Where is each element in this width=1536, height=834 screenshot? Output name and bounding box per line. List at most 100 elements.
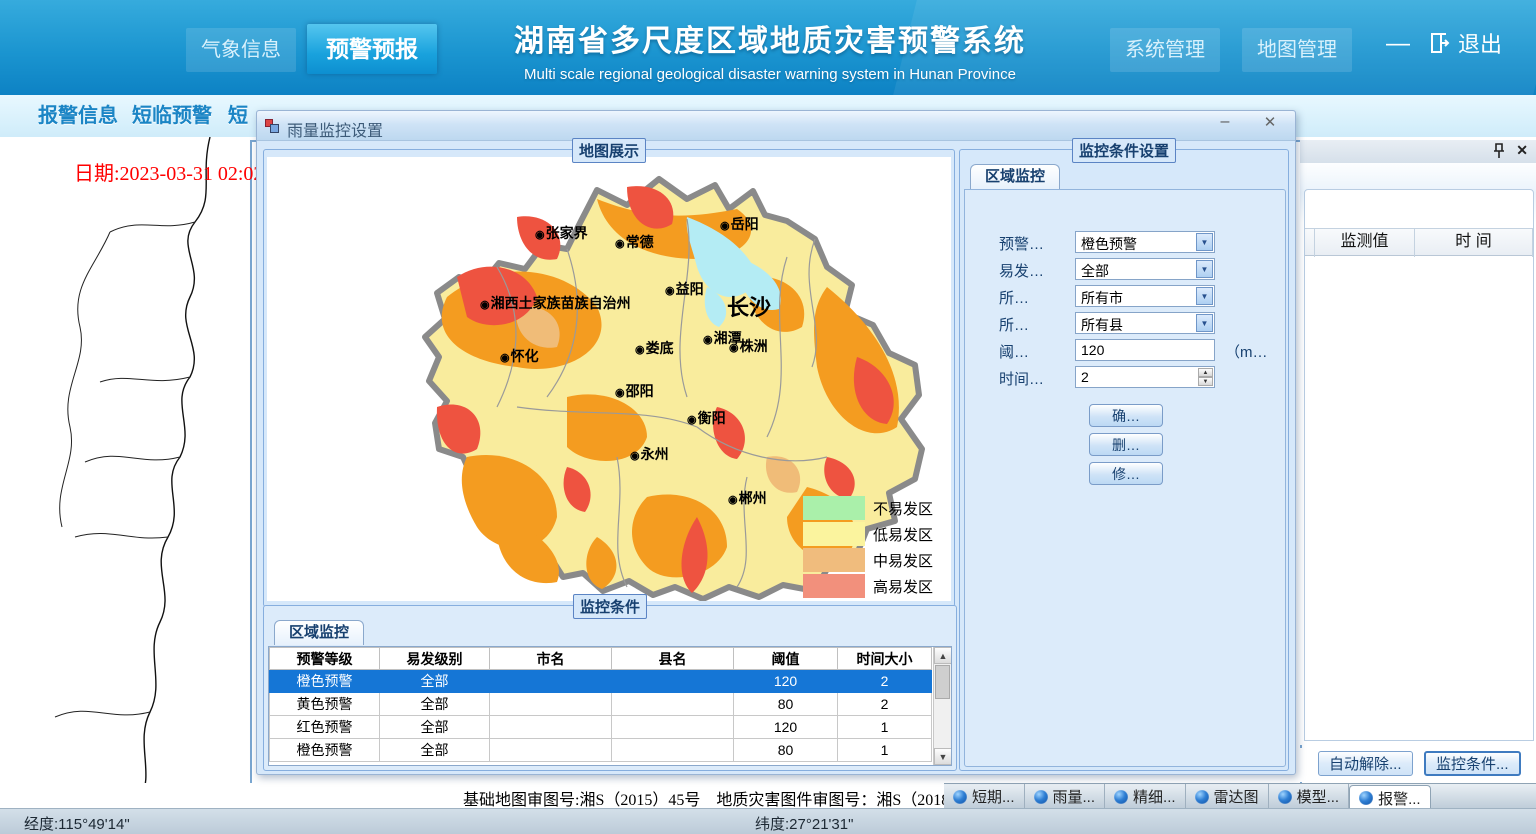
city-name: 张家界: [546, 225, 588, 241]
nav-button-right-1[interactable]: 地图管理: [1242, 28, 1352, 72]
exit-label: 退出: [1458, 27, 1502, 59]
table-header-cell: 预警等级: [270, 648, 380, 670]
taskbar-tab-4[interactable]: 模型...: [1269, 784, 1350, 809]
taskbar-tab-label: 报警...: [1378, 788, 1421, 809]
settings-button-1[interactable]: 删…: [1089, 433, 1163, 456]
chevron-down-icon[interactable]: ▼: [1196, 233, 1213, 251]
city-name: 长沙: [727, 295, 771, 320]
table-cell: 120: [734, 670, 838, 693]
table-cell: 橙色预警: [270, 739, 380, 762]
sub-tab-0[interactable]: 报警信息: [38, 102, 118, 130]
legend-row: 高易发区: [803, 573, 949, 599]
minimize-button[interactable]: —: [1386, 30, 1412, 56]
settings-button-2[interactable]: 修…: [1089, 462, 1163, 485]
sub-tab-1[interactable]: 短临预警: [132, 102, 212, 130]
dialog-titlebar[interactable]: 雨量监控设置 – ✕: [257, 111, 1295, 141]
tab-region-monitor-bottom[interactable]: 区域监控: [274, 620, 364, 645]
table-cell: 全部: [380, 693, 490, 716]
table-cell: [612, 716, 734, 739]
table-row[interactable]: 橙色预警全部1202: [270, 670, 932, 693]
table-cell: [612, 693, 734, 716]
table-cell: 2: [838, 670, 932, 693]
spinner-buttons[interactable]: ▲▼: [1198, 368, 1213, 386]
field-value: 2: [1081, 369, 1089, 385]
chevron-down-icon[interactable]: ▼: [1196, 287, 1213, 305]
nav-button-right-0[interactable]: 系统管理: [1110, 28, 1220, 72]
nav-button-1[interactable]: 预警预报: [307, 24, 437, 74]
pin-icon[interactable]: [1492, 143, 1506, 159]
table-cell: [490, 716, 612, 739]
city-label-岳阳: ◉岳阳: [720, 214, 759, 234]
dialog-close-button[interactable]: ✕: [1257, 113, 1283, 137]
taskbar-tab-1[interactable]: 雨量...: [1025, 784, 1106, 809]
longitude-readout: 经度:115°49'14": [24, 813, 130, 834]
table-row[interactable]: 红色预警全部1201: [270, 716, 932, 739]
city-marker-icon: ◉: [720, 220, 730, 232]
sub-tab-2[interactable]: 短: [228, 102, 248, 130]
taskbar-tab-label: 雷达图: [1214, 786, 1259, 807]
bg-panel-button-1[interactable]: 监控条件...: [1424, 751, 1521, 776]
scroll-up-icon[interactable]: ▲: [934, 647, 952, 664]
bg-table-header: 时 间: [1415, 229, 1533, 257]
hunan-susceptibility-map[interactable]: ◉张家界◉常德◉岳阳◉益阳◉湘西土家族苗族自治州长沙◉娄底◉湘潭◉株洲◉怀化◉邵…: [267, 157, 951, 601]
field-select[interactable]: 所有市 ▼: [1075, 285, 1215, 307]
tab-region-monitor-settings[interactable]: 区域监控: [970, 164, 1060, 189]
field-label: 所…: [999, 314, 1029, 335]
table-row[interactable]: 黄色预警全部802: [270, 693, 932, 716]
field-label: 所…: [999, 287, 1029, 308]
scroll-thumb[interactable]: [935, 665, 950, 699]
field-select[interactable]: 全部▼: [1075, 258, 1215, 280]
settings-field-row: 所… 所有市 ▼: [965, 285, 1285, 307]
dialog-minimize-button[interactable]: –: [1212, 113, 1238, 137]
table-scrollbar[interactable]: ▲ ▼: [933, 647, 951, 765]
scroll-down-icon[interactable]: ▼: [934, 748, 952, 765]
monitor-conditions-groupbox: 监控条件 区域监控 预警等级易发级别市名县名阈值时间大小 橙色预警全部1202黄…: [263, 605, 957, 771]
globe-icon: [1114, 790, 1128, 804]
legend-label: 低易发区: [873, 524, 933, 545]
settings-button-0[interactable]: 确…: [1089, 404, 1163, 427]
taskbar-tab-2[interactable]: 精细...: [1105, 784, 1186, 809]
chevron-down-icon[interactable]: ▼: [1196, 314, 1213, 332]
nav-button-0[interactable]: 气象信息: [186, 28, 296, 72]
legend-label: 高易发区: [873, 576, 933, 597]
latitude-readout: 纬度:27°21'31": [755, 813, 853, 834]
field-input[interactable]: 2 ▲▼: [1075, 366, 1215, 388]
monitor-table-wrap: 预警等级易发级别市名县名阈值时间大小 橙色预警全部1202黄色预警全部802红色…: [268, 646, 952, 766]
taskbar-tab-5[interactable]: 报警...: [1349, 785, 1431, 810]
legend-swatch: [803, 548, 865, 572]
table-header-cell: 时间大小: [838, 648, 932, 670]
legend-swatch: [803, 574, 865, 598]
table-cell: 1: [838, 716, 932, 739]
field-value: 所有市: [1081, 288, 1123, 308]
field-input[interactable]: 120: [1075, 339, 1215, 361]
settings-field-row: 易发…全部▼: [965, 258, 1285, 280]
city-marker-icon: ◉: [729, 342, 739, 354]
city-name: 邵阳: [626, 383, 654, 399]
monitor-list-card: 监测值时 间: [1304, 189, 1534, 741]
city-name: 湘西土家族苗族自治州: [491, 295, 631, 311]
chevron-down-icon[interactable]: ▼: [1196, 260, 1213, 278]
exit-button[interactable]: 退出: [1428, 27, 1502, 59]
field-select[interactable]: 所有县▼: [1075, 312, 1215, 334]
right-panel-body: 监测值时 间: [1300, 163, 1536, 745]
city-marker-icon: ◉: [615, 238, 625, 250]
taskbar-tab-0[interactable]: 短期...: [944, 784, 1025, 809]
taskbar-tab-3[interactable]: 雷达图: [1186, 784, 1269, 809]
status-bar: 经度:115°49'14" 纬度:27°21'31": [0, 808, 1536, 834]
spinner-down-icon[interactable]: ▼: [1198, 377, 1213, 386]
rainfall-monitor-dialog: 雨量监控设置 – ✕ 地图展示: [256, 110, 1296, 775]
monitor-conditions-table[interactable]: 预警等级易发级别市名县名阈值时间大小 橙色预警全部1202黄色预警全部802红色…: [269, 647, 932, 762]
legend-label: 不易发区: [873, 498, 933, 519]
field-label: 阈…: [999, 341, 1029, 362]
table-header-row: 预警等级易发级别市名县名阈值时间大小: [270, 648, 932, 670]
city-name: 永州: [641, 446, 669, 462]
table-row[interactable]: 橙色预警全部801: [270, 739, 932, 762]
city-marker-icon: ◉: [480, 299, 490, 311]
spinner-up-icon[interactable]: ▲: [1198, 368, 1213, 377]
bg-panel-button-0[interactable]: 自动解除...: [1318, 751, 1413, 776]
app-title: 湖南省多尺度区域地质灾害预警系统: [455, 16, 1085, 60]
taskbar-tab-label: 模型...: [1297, 786, 1340, 807]
right-panel-close-icon[interactable]: ✕: [1516, 142, 1528, 159]
table-cell: 80: [734, 739, 838, 762]
field-select[interactable]: 橙色预警▼: [1075, 231, 1215, 253]
